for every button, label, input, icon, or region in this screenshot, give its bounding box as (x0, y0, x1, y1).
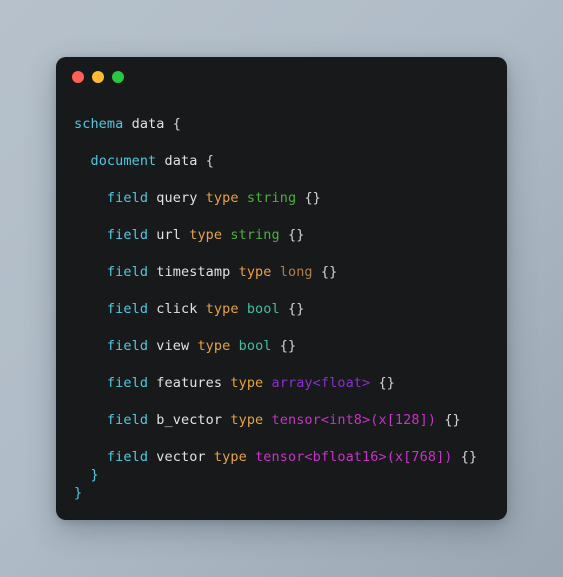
code-token-name: b_vector (156, 412, 223, 428)
code-line-field-view: field view type bool {} (74, 337, 489, 355)
code-token-type-kw: type (230, 412, 264, 428)
code-token-type-kw: type (197, 338, 231, 354)
code-token-tensor: tensor<int8>(x[128]) (271, 412, 437, 428)
code-token-brace: {} (287, 301, 305, 317)
code-token-long: long (279, 264, 313, 280)
code-token-brace: { (172, 116, 181, 132)
code-token-name: click (156, 301, 198, 317)
code-token-type-kw: type (189, 227, 223, 243)
code-token-type-kw: type (230, 375, 264, 391)
code-token-name: url (156, 227, 181, 243)
code-line-field-b-vector: field b_vector type tensor<int8>(x[128])… (74, 411, 489, 429)
code-token-tensor: tensor<bfloat16>(x[768]) (255, 449, 453, 465)
code-token-close: } (74, 485, 83, 501)
code-token-kw: field (106, 412, 149, 428)
code-token-string: string (230, 227, 280, 243)
code-token-name: timestamp (156, 264, 231, 280)
code-content[interactable]: schema data { document data { field quer… (56, 97, 507, 502)
code-token-string: string (246, 190, 297, 206)
code-token-brace: {} (320, 264, 338, 280)
code-line-schema-open: schema data { (74, 115, 489, 133)
window-titlebar[interactable] (56, 57, 507, 97)
desktop-background: schema data { document data { field quer… (0, 0, 563, 577)
code-token-type-kw: type (205, 190, 239, 206)
code-token-kw: field (106, 264, 149, 280)
code-token-brace: {} (460, 449, 478, 465)
code-line-field-url: field url type string {} (74, 226, 489, 244)
code-token-brace: {} (279, 338, 297, 354)
code-token-kw: field (106, 301, 149, 317)
code-token-kw: document (90, 153, 157, 169)
code-token-bool: bool (238, 338, 272, 354)
maximize-button-icon[interactable] (112, 71, 124, 83)
code-token-kw: field (106, 449, 149, 465)
code-token-kw: field (106, 190, 149, 206)
code-token-brace: {} (378, 375, 395, 391)
code-token-type-kw: type (213, 449, 247, 465)
code-token-name: data (131, 116, 165, 132)
code-token-brace: {} (287, 227, 305, 243)
code-line-field-features: field features type array<float> {} (74, 374, 489, 392)
code-token-bool: bool (246, 301, 280, 317)
code-token-brace: { (205, 153, 214, 169)
code-token-kw: schema (74, 116, 124, 132)
close-button-icon[interactable] (72, 71, 84, 83)
code-token-kw: field (106, 338, 149, 354)
code-line-field-timestamp: field timestamp type long {} (74, 263, 489, 281)
code-line-field-query: field query type string {} (74, 189, 489, 207)
code-token-brace: {} (444, 412, 461, 428)
code-token-kw: field (106, 227, 149, 243)
code-token-name: query (156, 190, 198, 206)
minimize-button-icon[interactable] (92, 71, 104, 83)
code-token-type-kw: type (238, 264, 272, 280)
code-line-document-open: document data { (74, 152, 489, 170)
code-token-name: view (156, 338, 190, 354)
code-token-kw: field (106, 375, 149, 391)
code-token-name: data (164, 153, 198, 169)
code-token-name: features (156, 375, 223, 391)
code-token-brace: {} (304, 190, 321, 206)
code-line-field-vector: field vector type tensor<bfloat16>(x[768… (74, 448, 489, 466)
code-line-field-click: field click type bool {} (74, 300, 489, 318)
code-token-array: array<float> (271, 375, 371, 391)
code-token-close: } (90, 467, 99, 483)
code-window: schema data { document data { field quer… (56, 57, 507, 520)
code-token-name: vector (156, 449, 206, 465)
code-line-document-close: } (74, 466, 489, 484)
code-line-schema-close: } (74, 484, 489, 502)
code-token-type-kw: type (205, 301, 239, 317)
